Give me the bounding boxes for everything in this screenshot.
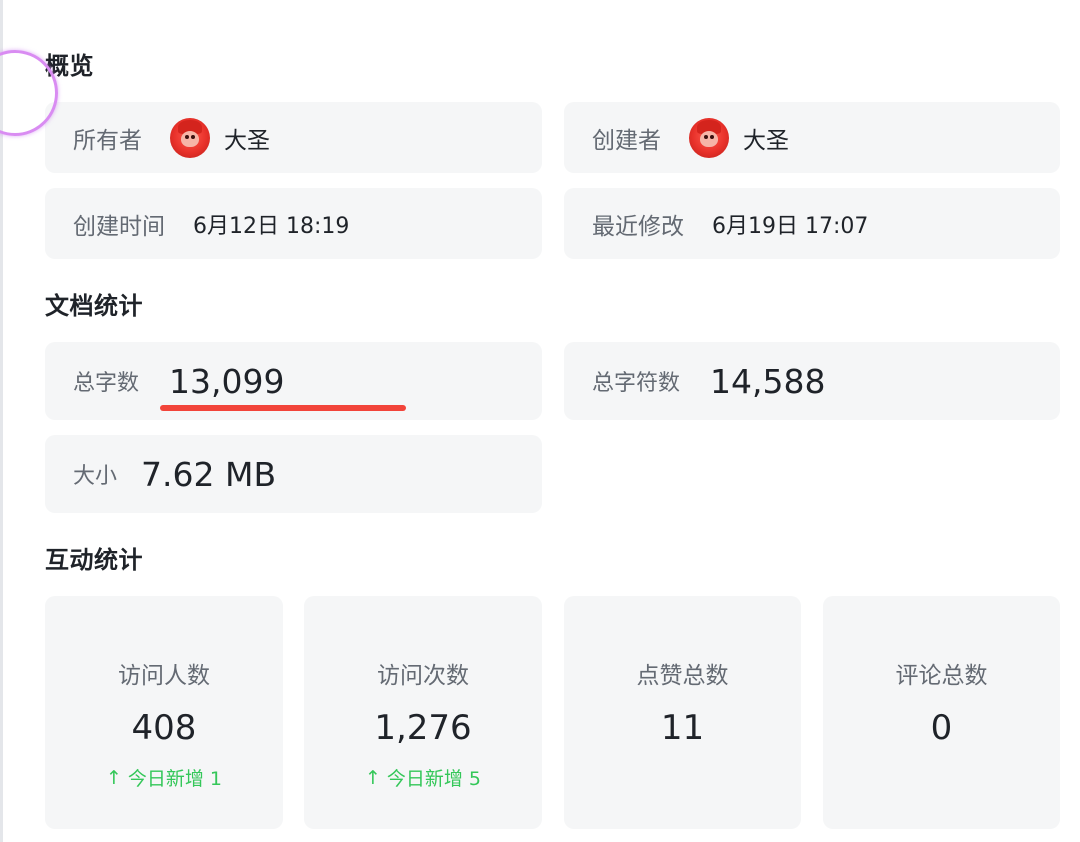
creator-name[interactable]: 大圣 [743, 121, 789, 155]
owner-name[interactable]: 大圣 [224, 121, 270, 155]
interaction-stats-title: 互动统计 [45, 546, 143, 574]
comments-value: 0 [930, 708, 953, 748]
doc-stats-title: 文档统计 [45, 292, 143, 320]
word-count-label: 总字数 [73, 371, 140, 396]
visitors-delta: ↑ 今日新增 1 [45, 764, 283, 791]
size-value: 7.62 MB [141, 454, 277, 494]
modified-time-label: 最近修改 [592, 213, 684, 240]
arrow-up-icon: ↑ [105, 766, 122, 789]
arrow-up-icon: ↑ [364, 766, 381, 789]
likes-value: 11 [660, 708, 705, 748]
size-label: 大小 [73, 464, 118, 489]
char-count-value: 14,588 [710, 361, 826, 401]
visits-delta-text: 今日新增 5 [386, 768, 482, 790]
created-time-value: 6月12日 18:19 [193, 213, 350, 239]
word-count-value: 13,099 [169, 361, 285, 401]
visits-card: 访问次数 1,276 ↑ 今日新增 5 [304, 596, 542, 829]
creator-card: 创建者 大圣 [564, 102, 1060, 173]
likes-card: 点赞总数 11 [564, 596, 801, 829]
size-card: 大小 7.62 MB [45, 435, 542, 513]
owner-label: 所有者 [73, 127, 142, 154]
visits-delta: ↑ 今日新增 5 [304, 764, 542, 791]
visitors-label: 访问人数 [118, 663, 210, 689]
creator-label: 创建者 [592, 127, 661, 154]
modified-time-card: 最近修改 6月19日 17:07 [564, 188, 1060, 259]
created-time-card: 创建时间 6月12日 18:19 [45, 188, 542, 259]
comments-card: 评论总数 0 [823, 596, 1060, 829]
visits-value: 1,276 [374, 708, 472, 748]
likes-label: 点赞总数 [636, 663, 729, 689]
owner-card: 所有者 大圣 [45, 102, 542, 173]
comments-label: 评论总数 [895, 663, 988, 689]
document-info-panel: 概览 所有者 大圣 创建者 大圣 创建时间 6月12日 18:19 最近修改 6… [0, 0, 1080, 842]
char-count-card: 总字符数 14,588 [564, 342, 1060, 420]
visitors-delta-text: 今日新增 1 [127, 768, 223, 790]
visitors-value: 408 [131, 708, 197, 748]
created-time-label: 创建时间 [73, 213, 165, 240]
red-monkey-avatar-icon[interactable] [689, 117, 729, 158]
modified-time-value: 6月19日 17:07 [712, 213, 869, 239]
char-count-label: 总字符数 [592, 371, 681, 396]
visits-label: 访问次数 [377, 663, 469, 689]
red-monkey-avatar-icon[interactable] [170, 117, 210, 158]
word-count-highlight-underline [160, 405, 406, 411]
visitors-card: 访问人数 408 ↑ 今日新增 1 [45, 596, 283, 829]
